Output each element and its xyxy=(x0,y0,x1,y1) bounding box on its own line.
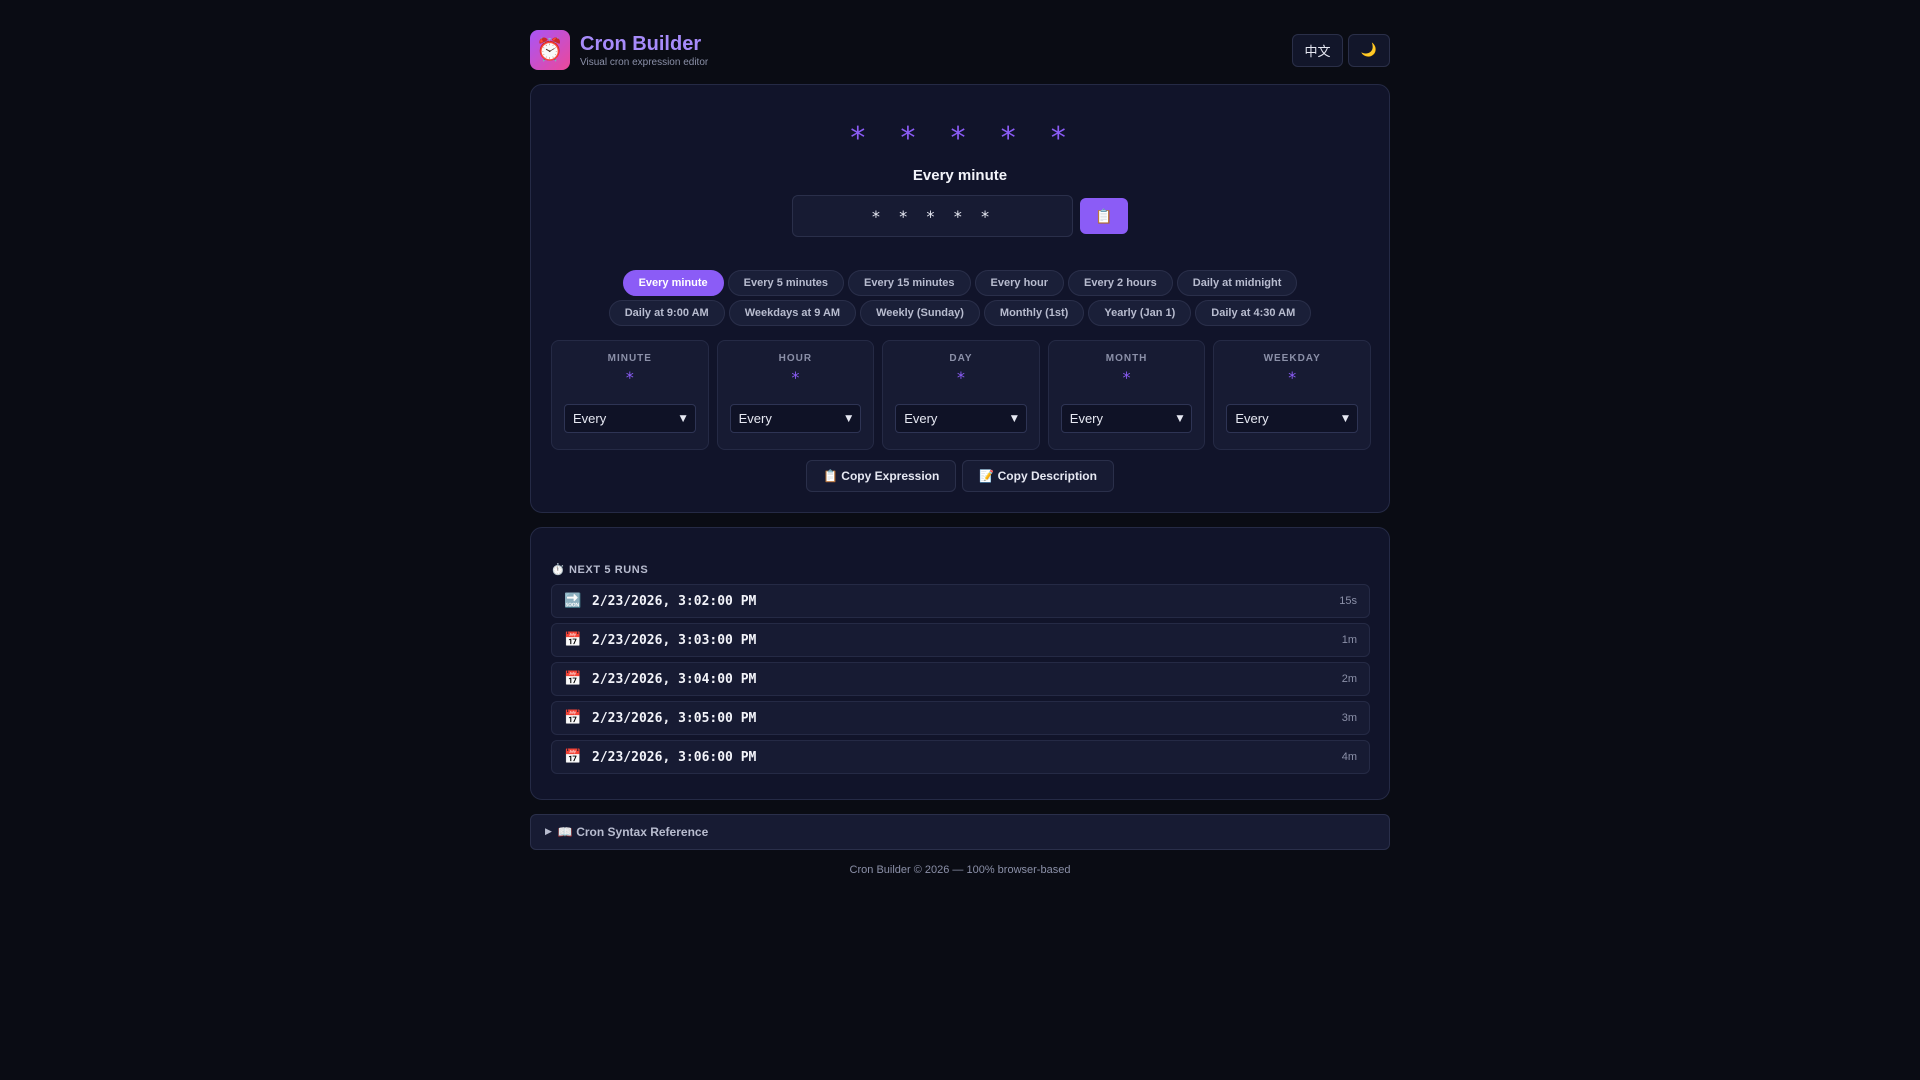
run-time: 2/23/2026, 3:02:00 PM xyxy=(592,593,757,609)
preset-every-15-minutes[interactable]: Every 15 minutes xyxy=(848,270,971,296)
preset-daily-430am[interactable]: Daily at 4:30 AM xyxy=(1195,300,1312,326)
run-relative: 1m xyxy=(1341,634,1357,646)
footer: Cron Builder © 2026 — 100% browser-based xyxy=(849,864,1071,876)
cron-expression-display: * * * * * xyxy=(848,121,1072,156)
calendar-icon: 📅 xyxy=(564,671,582,687)
run-relative: 4m xyxy=(1341,751,1357,763)
select-value: Every xyxy=(1069,411,1104,426)
preset-monthly-1st[interactable]: Monthly (1st) xyxy=(983,300,1085,326)
preset-yearly-jan1[interactable]: Yearly (Jan 1) xyxy=(1088,300,1192,326)
field-weekday: WEEKDAY * Every ▼ xyxy=(1213,340,1371,450)
soon-arrow-icon: 🔜 xyxy=(564,593,582,609)
calendar-icon: 📅 xyxy=(564,632,582,648)
copy-description-button[interactable]: 📝 Copy Description xyxy=(962,460,1114,492)
run-time: 2/23/2026, 3:03:00 PM xyxy=(592,632,757,648)
copy-expression-button[interactable]: 📋 Copy Expression xyxy=(806,460,957,492)
field-editors: MINUTE * Every ▼ HOUR * Every ▼ DAY * Ev… xyxy=(551,340,1371,450)
preset-every-5-minutes[interactable]: Every 5 minutes xyxy=(727,270,845,296)
moon-icon: 🌙 xyxy=(1360,43,1378,58)
run-time: 2/23/2026, 3:05:00 PM xyxy=(592,710,757,726)
action-buttons: 📋 Copy Expression 📝 Copy Description xyxy=(531,460,1389,492)
cron-expression-input[interactable] xyxy=(792,195,1073,237)
hour-select[interactable]: Every ▼ xyxy=(729,404,862,433)
run-relative: 15s xyxy=(1339,595,1357,607)
select-value: Every xyxy=(1235,411,1269,426)
runs-list: 🔜 2/23/2026, 3:02:00 PM 15s 📅 2/23/2026,… xyxy=(551,584,1370,774)
preset-daily-9am[interactable]: Daily at 9:00 AM xyxy=(608,300,725,326)
preset-daily-midnight[interactable]: Daily at midnight xyxy=(1176,270,1298,296)
chevron-down-icon: ▼ xyxy=(1010,413,1018,424)
field-hour: HOUR * Every ▼ xyxy=(716,340,875,450)
preset-every-2-hours[interactable]: Every 2 hours xyxy=(1068,270,1173,296)
app-subtitle: Visual cron expression editor xyxy=(580,57,709,68)
copy-expression-icon-button[interactable]: 📋 xyxy=(1080,198,1128,234)
chevron-down-icon: ▼ xyxy=(845,413,853,424)
field-value: * xyxy=(1287,368,1297,387)
field-label: WEEKDAY xyxy=(1263,353,1321,364)
select-value: Every xyxy=(904,411,938,426)
cron-syntax-reference-toggle[interactable]: ▶ 📖 Cron Syntax Reference xyxy=(530,814,1390,850)
field-minute: MINUTE * Every ▼ xyxy=(551,340,709,450)
run-item: 📅 2/23/2026, 3:05:00 PM 3m xyxy=(551,701,1370,735)
clipboard-icon: 📋 xyxy=(1095,207,1113,224)
preset-every-hour[interactable]: Every hour xyxy=(974,270,1065,296)
select-value: Every xyxy=(738,411,772,426)
field-label: MINUTE xyxy=(607,353,652,364)
run-item: 📅 2/23/2026, 3:04:00 PM 2m xyxy=(551,662,1370,696)
calendar-icon: 📅 xyxy=(564,710,582,726)
run-item: 📅 2/23/2026, 3:06:00 PM 4m xyxy=(551,740,1370,774)
header: ⏰ Cron Builder Visual cron expression ed… xyxy=(530,0,1390,84)
next-runs-card: ⏱️ NEXT 5 RUNS 🔜 2/23/2026, 3:02:00 PM 1… xyxy=(530,527,1390,800)
app-container: ⏰ Cron Builder Visual cron expression ed… xyxy=(530,0,1390,876)
calendar-icon: 📅 xyxy=(564,749,582,765)
field-day: DAY * Every ▼ xyxy=(882,340,1040,450)
run-item: 📅 2/23/2026, 3:03:00 PM 1m xyxy=(551,623,1370,657)
preset-weekdays-9am[interactable]: Weekdays at 9 AM xyxy=(728,300,857,326)
preset-list: Every minute Every 5 minutes Every 15 mi… xyxy=(531,270,1389,326)
chevron-down-icon: ▼ xyxy=(1342,413,1349,424)
chevron-down-icon: ▼ xyxy=(679,413,687,424)
run-time: 2/23/2026, 3:04:00 PM xyxy=(592,671,757,687)
cron-description: Every minute xyxy=(912,167,1008,184)
field-label: MONTH xyxy=(1105,353,1148,364)
reference-label: 📖 Cron Syntax Reference xyxy=(557,825,709,839)
field-value: * xyxy=(790,368,801,387)
run-item: 🔜 2/23/2026, 3:02:00 PM 15s xyxy=(551,584,1370,618)
field-value: * xyxy=(1121,368,1132,387)
run-time: 2/23/2026, 3:06:00 PM xyxy=(592,749,757,765)
field-month: MONTH * Every ▼ xyxy=(1047,340,1206,450)
app-title: Cron Builder xyxy=(580,33,702,55)
run-relative: 2m xyxy=(1341,673,1357,685)
weekday-select[interactable]: Every ▼ xyxy=(1226,404,1358,433)
alarm-clock-icon: ⏰ xyxy=(530,30,570,70)
field-value: * xyxy=(624,368,635,387)
select-value: Every xyxy=(573,411,607,426)
day-select[interactable]: Every ▼ xyxy=(895,404,1027,433)
preset-every-minute[interactable]: Every minute xyxy=(622,270,724,296)
theme-toggle-button[interactable]: 🌙 xyxy=(1348,34,1390,67)
language-toggle-button[interactable]: 中文 xyxy=(1292,34,1343,67)
minute-select[interactable]: Every ▼ xyxy=(564,404,696,433)
disclosure-triangle-icon: ▶ xyxy=(545,827,552,837)
field-label: DAY xyxy=(949,353,973,364)
field-label: HOUR xyxy=(778,353,813,364)
month-select[interactable]: Every ▼ xyxy=(1060,404,1193,433)
chevron-down-icon: ▼ xyxy=(1176,413,1184,424)
next-runs-title: ⏱️ NEXT 5 RUNS xyxy=(551,564,649,576)
field-value: * xyxy=(956,368,966,387)
preset-weekly-sunday[interactable]: Weekly (Sunday) xyxy=(860,300,980,326)
builder-card: * * * * * Every minute 📋 Every minute Ev… xyxy=(530,84,1390,513)
run-relative: 3m xyxy=(1341,712,1357,724)
